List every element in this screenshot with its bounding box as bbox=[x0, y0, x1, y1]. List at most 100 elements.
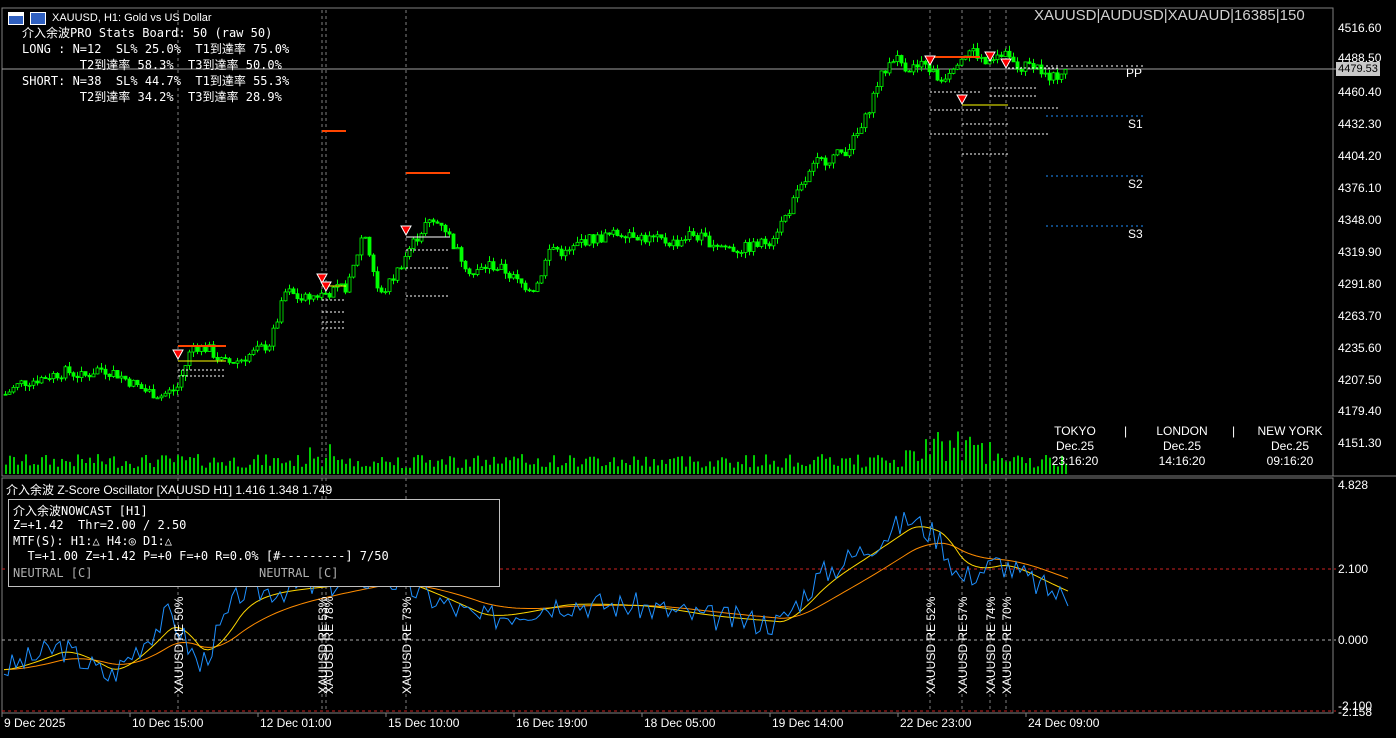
candle-body bbox=[167, 389, 172, 394]
volume-bar bbox=[69, 461, 71, 474]
candle-body bbox=[371, 254, 376, 273]
candle-body bbox=[251, 349, 256, 355]
volume-bar bbox=[809, 464, 811, 474]
volume-bar bbox=[617, 466, 619, 474]
candle-body bbox=[315, 295, 320, 298]
volume-bar bbox=[365, 465, 367, 474]
volume-bar bbox=[421, 455, 423, 474]
volume-bar bbox=[57, 466, 59, 474]
candle-body bbox=[687, 231, 692, 240]
candle-body bbox=[887, 62, 892, 74]
time-axis-label: 24 Dec 09:00 bbox=[1028, 716, 1100, 730]
volume-bar bbox=[293, 466, 295, 474]
candle-body bbox=[327, 293, 332, 298]
candle-body bbox=[875, 86, 880, 94]
volume-bar bbox=[985, 463, 987, 474]
volume-bar bbox=[53, 458, 55, 474]
sell-arrow-icon bbox=[400, 225, 412, 237]
candle-body bbox=[955, 64, 960, 70]
candle-body bbox=[999, 54, 1004, 57]
volume-bar bbox=[221, 462, 223, 474]
volume-bar bbox=[585, 458, 587, 474]
candle-body bbox=[279, 300, 284, 323]
candle-body bbox=[291, 288, 296, 295]
candle-body bbox=[383, 291, 388, 294]
candle-body bbox=[155, 397, 160, 400]
pivot-pp-label: PP bbox=[1126, 66, 1143, 80]
candle-body bbox=[739, 252, 744, 254]
volume-bar bbox=[305, 463, 307, 474]
signal-vertical-lines bbox=[177, 10, 1007, 712]
volume-bar bbox=[17, 464, 19, 474]
candle-body bbox=[639, 234, 644, 241]
candle-body bbox=[387, 278, 392, 293]
candle-body bbox=[735, 250, 740, 254]
chart-canvas[interactable] bbox=[0, 0, 1396, 738]
candle-body bbox=[51, 373, 56, 380]
volume-bar bbox=[1001, 458, 1003, 474]
volume-bar bbox=[185, 460, 187, 474]
volume-bar bbox=[125, 461, 127, 474]
volume-bar bbox=[297, 455, 299, 474]
volume-bar bbox=[989, 442, 991, 474]
candle-body bbox=[971, 48, 976, 52]
volume-bars bbox=[5, 431, 1067, 474]
volume-bar bbox=[665, 463, 667, 474]
volume-bar bbox=[1017, 455, 1019, 474]
volume-bar bbox=[837, 465, 839, 474]
volume-bar bbox=[493, 456, 495, 474]
time-axis-label: 22 Dec 23:00 bbox=[900, 716, 972, 730]
volume-bar bbox=[737, 461, 739, 474]
volume-bar bbox=[117, 467, 119, 474]
volume-bar bbox=[205, 467, 207, 474]
candle-body bbox=[127, 378, 132, 387]
time-axis-label: 9 Dec 2025 bbox=[4, 716, 66, 730]
candle-body bbox=[3, 393, 8, 396]
volume-bar bbox=[37, 464, 39, 474]
candle-body bbox=[947, 72, 952, 80]
volume-bar bbox=[409, 467, 411, 474]
candle-body bbox=[283, 291, 288, 302]
candle-body bbox=[855, 132, 860, 137]
chart-type-icon[interactable] bbox=[30, 11, 46, 25]
session-london: LONDON Dec.25 14:16:20 bbox=[1146, 424, 1218, 469]
candle-body bbox=[1051, 72, 1056, 81]
candle-body bbox=[447, 231, 452, 235]
volume-bar bbox=[273, 458, 275, 474]
candle-body bbox=[63, 366, 68, 379]
volume-bar bbox=[61, 458, 63, 474]
volume-bar bbox=[377, 462, 379, 474]
volume-bar bbox=[685, 466, 687, 474]
volume-bar bbox=[301, 466, 303, 474]
pivot-s3-label: S3 bbox=[1128, 227, 1143, 241]
candle-body bbox=[575, 241, 580, 247]
volume-bar bbox=[705, 466, 707, 474]
current-price-tag: 4479.53 bbox=[1336, 62, 1380, 76]
candle-body bbox=[1047, 72, 1052, 81]
volume-bar bbox=[257, 454, 259, 474]
price-axis-label: 4319.90 bbox=[1338, 245, 1382, 259]
candle-body bbox=[863, 113, 868, 129]
volume-bar bbox=[313, 458, 315, 474]
window-title: XAUUSD, H1: Gold vs US Dollar bbox=[52, 12, 212, 24]
candle-body bbox=[995, 54, 1000, 61]
volume-bar bbox=[953, 447, 955, 474]
candle-body bbox=[923, 60, 928, 65]
candle-body bbox=[275, 321, 280, 329]
candle-body bbox=[1007, 50, 1012, 58]
volume-bar bbox=[993, 460, 995, 474]
candle-body bbox=[595, 234, 600, 244]
volume-bar bbox=[389, 462, 391, 474]
price-axis-label: 4207.50 bbox=[1338, 373, 1382, 387]
volume-bar bbox=[941, 441, 943, 474]
candle-body bbox=[515, 274, 520, 280]
candle-body bbox=[751, 241, 756, 252]
candle-body bbox=[359, 237, 364, 256]
candle-body bbox=[563, 249, 568, 257]
chart-grid-icon[interactable] bbox=[8, 11, 24, 25]
candle-body bbox=[1003, 50, 1008, 57]
volume-bar bbox=[605, 465, 607, 474]
volume-bar bbox=[481, 466, 483, 474]
candle-body bbox=[115, 370, 120, 379]
volume-bar bbox=[773, 460, 775, 474]
